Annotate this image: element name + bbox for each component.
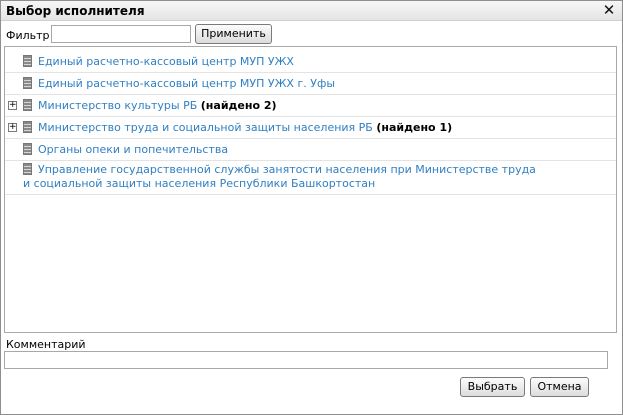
cancel-button[interactable]: Отмена: [530, 377, 589, 397]
tree-item[interactable]: Единый расчетно-кассовый центр МУП УЖХ: [5, 51, 616, 73]
comment-input[interactable]: [4, 351, 608, 369]
dialog-title: Выбор исполнителя: [6, 4, 145, 18]
tree-item-label[interactable]: Единый расчетно-кассовый центр МУП УЖХ: [38, 55, 294, 68]
filter-label: Фильтр: [6, 29, 50, 42]
apply-button[interactable]: Применить: [195, 24, 272, 44]
tree-item-label[interactable]: Единый расчетно-кассовый центр МУП УЖХ г…: [38, 77, 335, 90]
dialog-titlebar: Выбор исполнителя ✕: [1, 1, 622, 21]
tree-item-label[interactable]: Министерство культуры РБ: [38, 99, 197, 112]
expand-icon[interactable]: +: [8, 101, 17, 110]
tree-item[interactable]: + Министерство труда и социальной защиты…: [5, 117, 616, 139]
building-icon: [23, 143, 32, 155]
building-icon: [23, 55, 32, 67]
tree-item-label[interactable]: Управление государственной службы занято…: [23, 163, 536, 190]
select-button[interactable]: Выбрать: [460, 377, 525, 397]
close-icon[interactable]: ✕: [602, 2, 616, 18]
building-icon: [23, 99, 32, 111]
tree-item[interactable]: + Министерство культуры РБ (найдено 2): [5, 95, 616, 117]
tree-item[interactable]: Единый расчетно-кассовый центр МУП УЖХ г…: [5, 73, 616, 95]
tree-item-label[interactable]: Органы опеки и попечительства: [38, 143, 228, 156]
comment-label: Комментарий: [6, 338, 86, 351]
organization-tree: Единый расчетно-кассовый центр МУП УЖХ Е…: [4, 46, 617, 333]
building-icon: [23, 77, 32, 89]
tree-item[interactable]: Управление государственной службы занято…: [5, 161, 616, 195]
tree-item-label[interactable]: Министерство труда и социальной защиты н…: [38, 121, 373, 134]
found-count: (найдено 2): [200, 99, 277, 112]
filter-input[interactable]: [51, 25, 191, 43]
building-icon: [23, 121, 32, 133]
tree-item[interactable]: Органы опеки и попечительства: [5, 139, 616, 161]
expand-icon[interactable]: +: [8, 123, 17, 132]
found-count: (найдено 1): [376, 121, 453, 134]
executor-selection-dialog: Выбор исполнителя ✕ Фильтр Применить Еди…: [0, 0, 623, 415]
